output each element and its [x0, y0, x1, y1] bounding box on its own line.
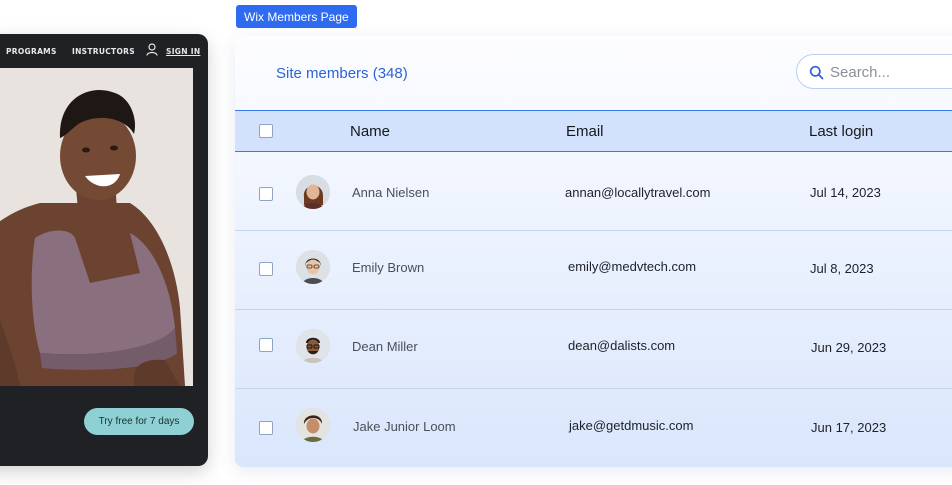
- member-last-login: Jun 17, 2023: [811, 420, 887, 435]
- member-name: Dean Miller: [352, 339, 418, 354]
- sign-in-link[interactable]: SIGN IN: [166, 47, 200, 56]
- row-checkbox[interactable]: [259, 262, 273, 276]
- member-last-login: Jul 14, 2023: [810, 185, 881, 200]
- members-page-composition: PROGRAMS INSTRUCTORS SIGN IN Try free fo…: [0, 0, 952, 485]
- table-row[interactable]: Anna Nielsen annan@locallytravel.com Jul…: [235, 153, 952, 231]
- hero-image: [0, 68, 193, 386]
- panel-title: Site members (348): [276, 65, 408, 82]
- row-checkbox[interactable]: [259, 187, 273, 201]
- search-input[interactable]: [830, 62, 952, 82]
- avatar: [296, 175, 330, 209]
- member-last-login: Jun 29, 2023: [811, 340, 887, 355]
- column-header-email[interactable]: Email: [566, 123, 604, 140]
- member-email: dean@dalists.com: [568, 338, 676, 353]
- member-email: annan@locallytravel.com: [565, 185, 711, 200]
- table-row[interactable]: Dean Miller dean@dalists.com Jun 29, 202…: [235, 311, 952, 389]
- avatar: [296, 329, 330, 363]
- row-checkbox[interactable]: [259, 338, 273, 352]
- avatar: [296, 250, 330, 284]
- member-name: Anna Nielsen: [352, 185, 430, 200]
- try-free-button[interactable]: Try free for 7 days: [84, 408, 194, 435]
- user-icon[interactable]: [146, 43, 158, 56]
- hero-photo-woman: [0, 68, 193, 386]
- select-all-checkbox[interactable]: [259, 124, 273, 138]
- nav-link-instructors[interactable]: INSTRUCTORS: [72, 47, 135, 56]
- column-header-name[interactable]: Name: [350, 123, 390, 140]
- member-name: Emily Brown: [352, 260, 425, 275]
- site-members-panel: Site members (348) Name Email Last login: [235, 35, 952, 467]
- member-email: emily@medvtech.com: [568, 259, 697, 274]
- site-nav: PROGRAMS INSTRUCTORS SIGN IN: [0, 34, 208, 68]
- search-box[interactable]: [796, 54, 952, 89]
- table-header: Name Email Last login: [235, 110, 952, 152]
- column-header-last-login[interactable]: Last login: [809, 123, 873, 140]
- table-row[interactable]: Emily Brown emily@medvtech.com Jul 8, 20…: [235, 232, 952, 310]
- site-preview: PROGRAMS INSTRUCTORS SIGN IN Try free fo…: [0, 34, 208, 466]
- row-checkbox[interactable]: [259, 421, 273, 435]
- nav-link-programs[interactable]: PROGRAMS: [6, 47, 57, 56]
- member-email: jake@getdmusic.com: [569, 418, 694, 433]
- member-last-login: Jul 8, 2023: [810, 261, 874, 276]
- table-row[interactable]: Jake Junior Loom jake@getdmusic.com Jun …: [235, 390, 952, 467]
- members-page-tag: Wix Members Page: [236, 5, 357, 28]
- search-icon: [809, 65, 824, 80]
- avatar: [296, 408, 330, 442]
- member-name: Jake Junior Loom: [353, 419, 456, 434]
